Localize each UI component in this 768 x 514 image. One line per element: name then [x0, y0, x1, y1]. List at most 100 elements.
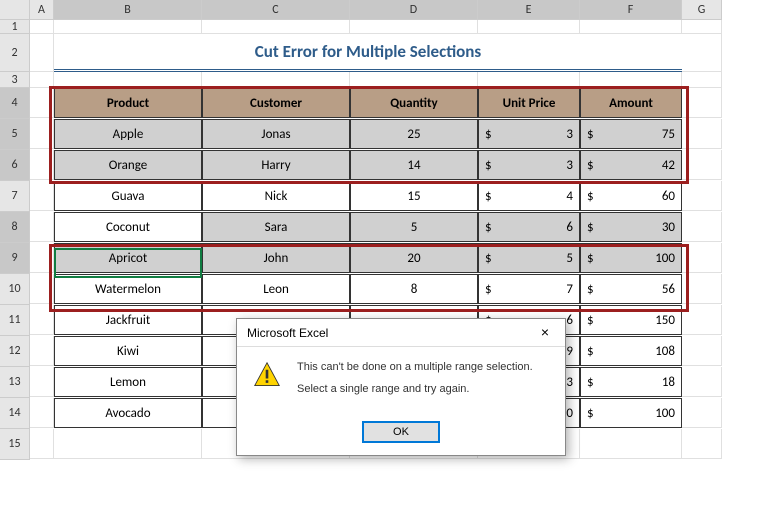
col-header-A[interactable]: A [30, 0, 54, 20]
cell-customer[interactable]: Harry [202, 150, 350, 180]
cell-product[interactable]: Apricot [54, 243, 202, 273]
row-header-4[interactable]: 4 [0, 88, 30, 119]
cell-unitprice[interactable]: $3 [478, 119, 580, 149]
cell[interactable] [682, 150, 722, 180]
col-header-G[interactable]: G [682, 0, 722, 20]
header-quantity[interactable]: Quantity [350, 88, 478, 118]
row-header-5[interactable]: 5 [0, 119, 30, 150]
col-header-B[interactable]: B [54, 0, 202, 20]
cell[interactable] [682, 367, 722, 397]
cell[interactable] [30, 150, 54, 180]
cell[interactable] [682, 429, 722, 459]
cell[interactable] [30, 212, 54, 242]
cell-quantity[interactable]: 15 [350, 181, 478, 211]
cell[interactable] [580, 20, 682, 34]
cell[interactable] [350, 72, 478, 88]
cell-quantity[interactable]: 5 [350, 212, 478, 242]
cell-unitprice[interactable]: $3 [478, 150, 580, 180]
cell[interactable] [30, 429, 54, 459]
cell[interactable] [580, 429, 682, 459]
cell-amount[interactable]: $150 [580, 305, 682, 335]
row-header-2[interactable]: 2 [0, 34, 30, 72]
cell-product[interactable]: Apple [54, 119, 202, 149]
dialog-titlebar[interactable]: Microsoft Excel × [237, 319, 565, 347]
cell-product[interactable]: Kiwi [54, 336, 202, 366]
cell-product[interactable]: Avocado [54, 398, 202, 428]
cell[interactable] [682, 119, 722, 149]
cell-unitprice[interactable]: $5 [478, 243, 580, 273]
col-header-C[interactable]: C [202, 0, 350, 20]
cell[interactable] [682, 34, 722, 72]
row-header-6[interactable]: 6 [0, 150, 30, 181]
cell[interactable] [30, 181, 54, 211]
cell-amount[interactable]: $75 [580, 119, 682, 149]
cell[interactable] [30, 336, 54, 366]
cell-product[interactable]: Jackfruit [54, 305, 202, 335]
cell[interactable] [54, 20, 202, 34]
cell[interactable] [30, 88, 54, 118]
cell-customer[interactable]: Leon [202, 274, 350, 304]
cell[interactable] [682, 336, 722, 366]
cell[interactable] [202, 72, 350, 88]
cell[interactable] [682, 20, 722, 34]
cell-product[interactable]: Lemon [54, 367, 202, 397]
cell[interactable] [682, 305, 722, 335]
row-header-13[interactable]: 13 [0, 367, 30, 398]
row-header-14[interactable]: 14 [0, 398, 30, 429]
row-header-9[interactable]: 9 [0, 243, 30, 274]
header-product[interactable]: Product [54, 88, 202, 118]
cell-product[interactable]: Orange [54, 150, 202, 180]
row-header-10[interactable]: 10 [0, 274, 30, 305]
cell-unitprice[interactable]: $6 [478, 212, 580, 242]
cell[interactable] [30, 243, 54, 273]
cell-quantity[interactable]: 14 [350, 150, 478, 180]
cell[interactable] [202, 20, 350, 34]
cell-product[interactable]: Guava [54, 181, 202, 211]
cell-quantity[interactable]: 8 [350, 274, 478, 304]
row-header-7[interactable]: 7 [0, 181, 30, 212]
cell-amount[interactable]: $42 [580, 150, 682, 180]
cell[interactable] [30, 20, 54, 34]
cell[interactable] [350, 20, 478, 34]
row-header-8[interactable]: 8 [0, 212, 30, 243]
cell[interactable] [30, 398, 54, 428]
cell[interactable] [682, 72, 722, 88]
cell[interactable] [682, 398, 722, 428]
ok-button[interactable]: OK [362, 421, 440, 443]
cell[interactable] [54, 429, 202, 459]
cell[interactable] [682, 243, 722, 273]
col-header-D[interactable]: D [350, 0, 478, 20]
cell[interactable] [682, 212, 722, 242]
cell[interactable] [30, 34, 54, 72]
cell[interactable] [30, 72, 54, 88]
close-button[interactable]: × [531, 322, 559, 344]
cell-customer[interactable]: John [202, 243, 350, 273]
cell-amount[interactable]: $100 [580, 243, 682, 273]
cell-quantity[interactable]: 20 [350, 243, 478, 273]
cell-amount[interactable]: $100 [580, 398, 682, 428]
header-amount[interactable]: Amount [580, 88, 682, 118]
cell-product[interactable]: Watermelon [54, 274, 202, 304]
cell-customer[interactable]: Nick [202, 181, 350, 211]
row-header-11[interactable]: 11 [0, 305, 30, 336]
row-header-12[interactable]: 12 [0, 336, 30, 367]
cell-quantity[interactable]: 25 [350, 119, 478, 149]
cell-amount[interactable]: $30 [580, 212, 682, 242]
header-customer[interactable]: Customer [202, 88, 350, 118]
select-all-corner[interactable] [0, 0, 30, 20]
cell[interactable] [682, 88, 722, 118]
cell-unitprice[interactable]: $7 [478, 274, 580, 304]
row-header-15[interactable]: 15 [0, 429, 30, 460]
cell-unitprice[interactable]: $4 [478, 181, 580, 211]
cell[interactable] [30, 119, 54, 149]
cell-amount[interactable]: $108 [580, 336, 682, 366]
cell[interactable] [682, 274, 722, 304]
row-header-1[interactable]: 1 [0, 20, 30, 34]
cell[interactable] [478, 72, 580, 88]
cell-amount[interactable]: $18 [580, 367, 682, 397]
header-unitprice[interactable]: Unit Price [478, 88, 580, 118]
col-header-F[interactable]: F [580, 0, 682, 20]
cell-customer[interactable]: Jonas [202, 119, 350, 149]
row-header-3[interactable]: 3 [0, 72, 30, 88]
cell-amount[interactable]: $60 [580, 181, 682, 211]
